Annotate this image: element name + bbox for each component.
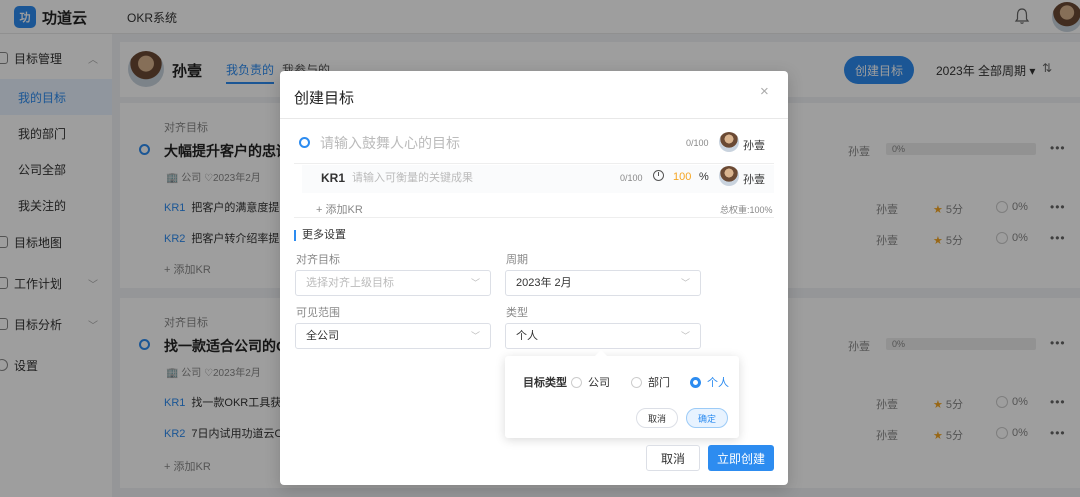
- avatar[interactable]: [719, 166, 739, 186]
- clock-icon[interactable]: [653, 170, 664, 181]
- total-weight: 总权重:100%: [720, 205, 773, 215]
- radio-label: 个人: [707, 377, 729, 389]
- period-value: 2023年 2月: [516, 277, 572, 289]
- objective-ring-icon: [299, 137, 310, 148]
- visibility-value: 全公司: [306, 330, 339, 342]
- kr-char-count: 0/100: [620, 173, 643, 183]
- kr-percent-unit: %: [699, 171, 709, 183]
- kr-assignee-name[interactable]: 孙壹: [743, 171, 765, 187]
- add-kr-link[interactable]: + 添加KR: [316, 201, 363, 217]
- divider: [294, 217, 774, 218]
- goal-type-label: 目标类型: [523, 377, 567, 389]
- type-label: 类型: [506, 307, 528, 319]
- cancel-button[interactable]: 取消: [646, 445, 700, 471]
- radio-label: 公司: [588, 377, 610, 389]
- chevron-down-icon: ﹀: [680, 331, 690, 341]
- radio-department[interactable]: 部门: [631, 374, 670, 390]
- period-label: 周期: [506, 254, 528, 266]
- radio-company[interactable]: 公司: [571, 374, 610, 390]
- kr-percent-value[interactable]: 100: [673, 171, 691, 183]
- type-value: 个人: [516, 330, 538, 342]
- type-select[interactable]: 个人 ﹀: [505, 323, 701, 349]
- chevron-down-icon: ﹀: [470, 331, 480, 341]
- radio-icon: [571, 376, 582, 388]
- more-settings-heading: 更多设置: [294, 230, 346, 241]
- create-goal-modal: 创建目标 × 0/100 孙壹 KR1 0/100 100 % 孙壹 + 添加K…: [280, 71, 788, 485]
- type-popover: 目标类型 公司 部门 个人 取消 确定: [505, 350, 739, 438]
- align-goal-select[interactable]: 选择对齐上级目标 ﹀: [295, 270, 491, 296]
- modal-title: 创建目标: [294, 90, 355, 107]
- align-goal-label: 对齐目标: [296, 254, 340, 266]
- assignee-name[interactable]: 孙壹: [743, 137, 765, 153]
- align-goal-placeholder: 选择对齐上级目标: [306, 277, 394, 289]
- close-icon[interactable]: ×: [760, 83, 769, 100]
- avatar[interactable]: [719, 132, 739, 152]
- divider: [294, 163, 774, 164]
- kr-input[interactable]: [352, 168, 612, 188]
- radio-label: 部门: [648, 377, 670, 389]
- kr-code: KR1: [321, 171, 346, 185]
- popover-cancel-button[interactable]: 取消: [636, 408, 678, 428]
- period-select[interactable]: 2023年 2月 ﹀: [505, 270, 701, 296]
- radio-selected-icon: [690, 376, 701, 388]
- chevron-down-icon: ﹀: [680, 278, 690, 288]
- chevron-down-icon: ﹀: [470, 278, 480, 288]
- create-now-button[interactable]: 立即创建: [708, 445, 774, 471]
- objective-char-count: 0/100: [686, 138, 709, 148]
- radio-personal[interactable]: 个人: [690, 374, 729, 390]
- visibility-select[interactable]: 全公司 ﹀: [295, 323, 491, 349]
- popover-confirm-button[interactable]: 确定: [686, 408, 728, 428]
- divider: [280, 118, 788, 119]
- visibility-label: 可见范围: [296, 307, 340, 319]
- objective-input[interactable]: [320, 131, 620, 155]
- radio-icon: [631, 376, 642, 388]
